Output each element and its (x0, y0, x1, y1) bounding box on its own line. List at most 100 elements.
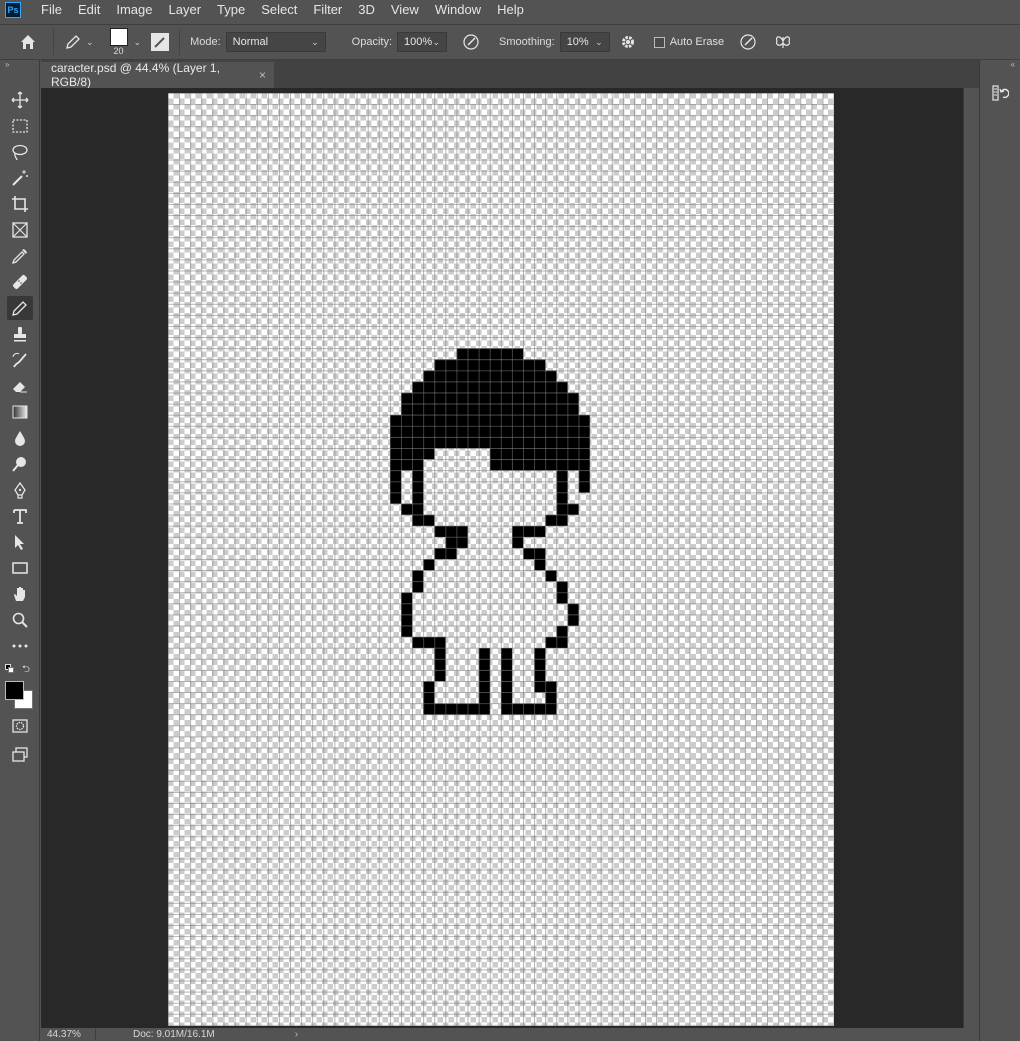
magnifier-icon (12, 612, 28, 628)
status-bar: 44.37% Doc: 9.01M/16.1M › (41, 1028, 979, 1041)
frame-icon (12, 222, 28, 238)
more-dots-icon (12, 644, 28, 648)
screen-mode-button[interactable] (7, 742, 33, 766)
home-button[interactable] (13, 27, 43, 57)
lasso-tool[interactable] (7, 140, 33, 164)
move-icon (11, 91, 29, 109)
mode-value: Normal (232, 36, 269, 48)
options-bar: ⌄ 20 ⌄ Mode: Normal ⌄ Opacity: 100% ⌄ Sm… (0, 24, 1020, 60)
menu-3d[interactable]: 3D (350, 0, 383, 20)
gradient-tool[interactable] (7, 400, 33, 424)
document-tab-bar: caracter.psd @ 44.4% (Layer 1, RGB/8) × (41, 60, 979, 89)
pressure-size-button[interactable] (738, 32, 758, 52)
smoothing-label: Smoothing: (499, 36, 555, 48)
mode-label: Mode: (190, 36, 221, 48)
dodge-tool[interactable] (7, 452, 33, 476)
collapse-panel-icon[interactable]: » (0, 60, 39, 70)
history-brush-tool[interactable] (7, 348, 33, 372)
symmetry-button[interactable] (772, 32, 794, 52)
rectangular-marquee-icon (12, 119, 28, 133)
menu-type[interactable]: Type (209, 0, 253, 20)
opacity-input[interactable]: 100% ⌄ (397, 32, 448, 52)
eraser-tool[interactable] (7, 374, 33, 398)
water-drop-icon (15, 431, 25, 446)
screen-mode-icon (12, 747, 28, 762)
blur-tool[interactable] (7, 426, 33, 450)
menu-layer[interactable]: Layer (161, 0, 210, 20)
lasso-icon (12, 144, 28, 161)
stamp-icon (14, 327, 26, 342)
type-icon (13, 509, 27, 524)
close-icon[interactable]: × (259, 68, 266, 82)
hand-tool[interactable] (7, 582, 33, 606)
default-colors-icon[interactable] (5, 664, 15, 674)
bandage-icon (13, 275, 27, 289)
photoshop-logo-icon[interactable]: Ps (5, 2, 21, 18)
menu-image[interactable]: Image (108, 0, 160, 20)
hand-icon (14, 587, 25, 601)
move-tool[interactable] (7, 88, 33, 112)
menu-bar: Ps File Edit Image Layer Type Select Fil… (0, 0, 1020, 20)
document-tab[interactable]: caracter.psd @ 44.4% (Layer 1, RGB/8) × (41, 61, 274, 89)
eyedropper-tool[interactable] (7, 244, 33, 268)
pencil-icon (12, 301, 27, 316)
pencil-tool[interactable] (7, 296, 33, 320)
menu-view[interactable]: View (383, 0, 427, 20)
menu-filter[interactable]: Filter (305, 0, 350, 20)
chevron-down-icon: ⌄ (432, 36, 441, 47)
quick-mask-icon (12, 719, 28, 733)
menu-select[interactable]: Select (253, 0, 305, 20)
clone-stamp-tool[interactable] (7, 322, 33, 346)
edit-toolbar-button[interactable] (7, 634, 33, 658)
auto-erase-checkbox[interactable] (653, 36, 665, 48)
vertical-scrollbar[interactable] (963, 88, 979, 1028)
mode-select[interactable]: Normal ⌄ (225, 32, 326, 52)
type-tool[interactable] (7, 504, 33, 528)
rectangle-icon (12, 562, 28, 574)
history-brush-icon (12, 352, 27, 368)
brush-panel-icon (154, 37, 165, 48)
smoothing-options-button[interactable] (618, 32, 638, 52)
expand-panels-icon[interactable]: « (980, 60, 1020, 70)
menu-edit[interactable]: Edit (70, 0, 108, 20)
rectangle-tool[interactable] (7, 556, 33, 580)
canvas-workspace[interactable] (41, 88, 963, 1028)
history-panel-button[interactable] (990, 82, 1010, 104)
healing-brush-tool[interactable] (7, 270, 33, 294)
menu-window[interactable]: Window (427, 0, 489, 20)
brush-preset-picker[interactable]: 20 (108, 28, 130, 56)
chevron-down-icon: ⌄ (311, 36, 319, 47)
menu-file[interactable]: File (33, 0, 70, 20)
pressure-opacity-button[interactable] (461, 32, 481, 52)
foreground-color-swatch[interactable] (5, 681, 24, 700)
magic-wand-tool[interactable] (7, 166, 33, 190)
smoothing-value: 10% (566, 36, 589, 48)
pen-pressure-icon (463, 34, 479, 50)
chevron-down-icon[interactable]: ⌄ (134, 37, 142, 48)
brush-settings-button[interactable] (151, 33, 170, 51)
smoothing-input[interactable]: 10% ⌄ (559, 32, 610, 52)
marquee-tool[interactable] (7, 114, 33, 138)
zoom-level[interactable]: 44.37% (41, 1029, 96, 1040)
swap-colors-icon[interactable]: ⮌ (22, 662, 30, 679)
right-panel-dock: « (979, 60, 1020, 1041)
tool-preset-picker[interactable]: ⌄ (64, 33, 94, 51)
quick-mask-button[interactable] (7, 714, 33, 738)
status-menu-arrow-icon[interactable]: › (295, 1029, 298, 1040)
document-info: Doc: 9.01M/16.1M (133, 1029, 215, 1040)
menu-help[interactable]: Help (489, 0, 532, 20)
document-canvas[interactable] (168, 93, 834, 1026)
path-selection-tool[interactable] (7, 530, 33, 554)
opacity-label: Opacity: (351, 36, 393, 48)
magic-wand-icon (12, 170, 28, 186)
gear-icon (621, 36, 634, 48)
pen-pressure-size-icon (740, 34, 756, 50)
frame-tool[interactable] (7, 218, 33, 242)
opacity-value: 100% (404, 36, 433, 48)
crop-tool[interactable] (7, 192, 33, 216)
zoom-tool[interactable] (7, 608, 33, 632)
pen-tool[interactable] (7, 478, 33, 502)
auto-erase-option[interactable]: Auto Erase (653, 36, 724, 48)
brush-size-value: 20 (113, 46, 124, 56)
tools-panel: » ⮌ (0, 60, 40, 1041)
